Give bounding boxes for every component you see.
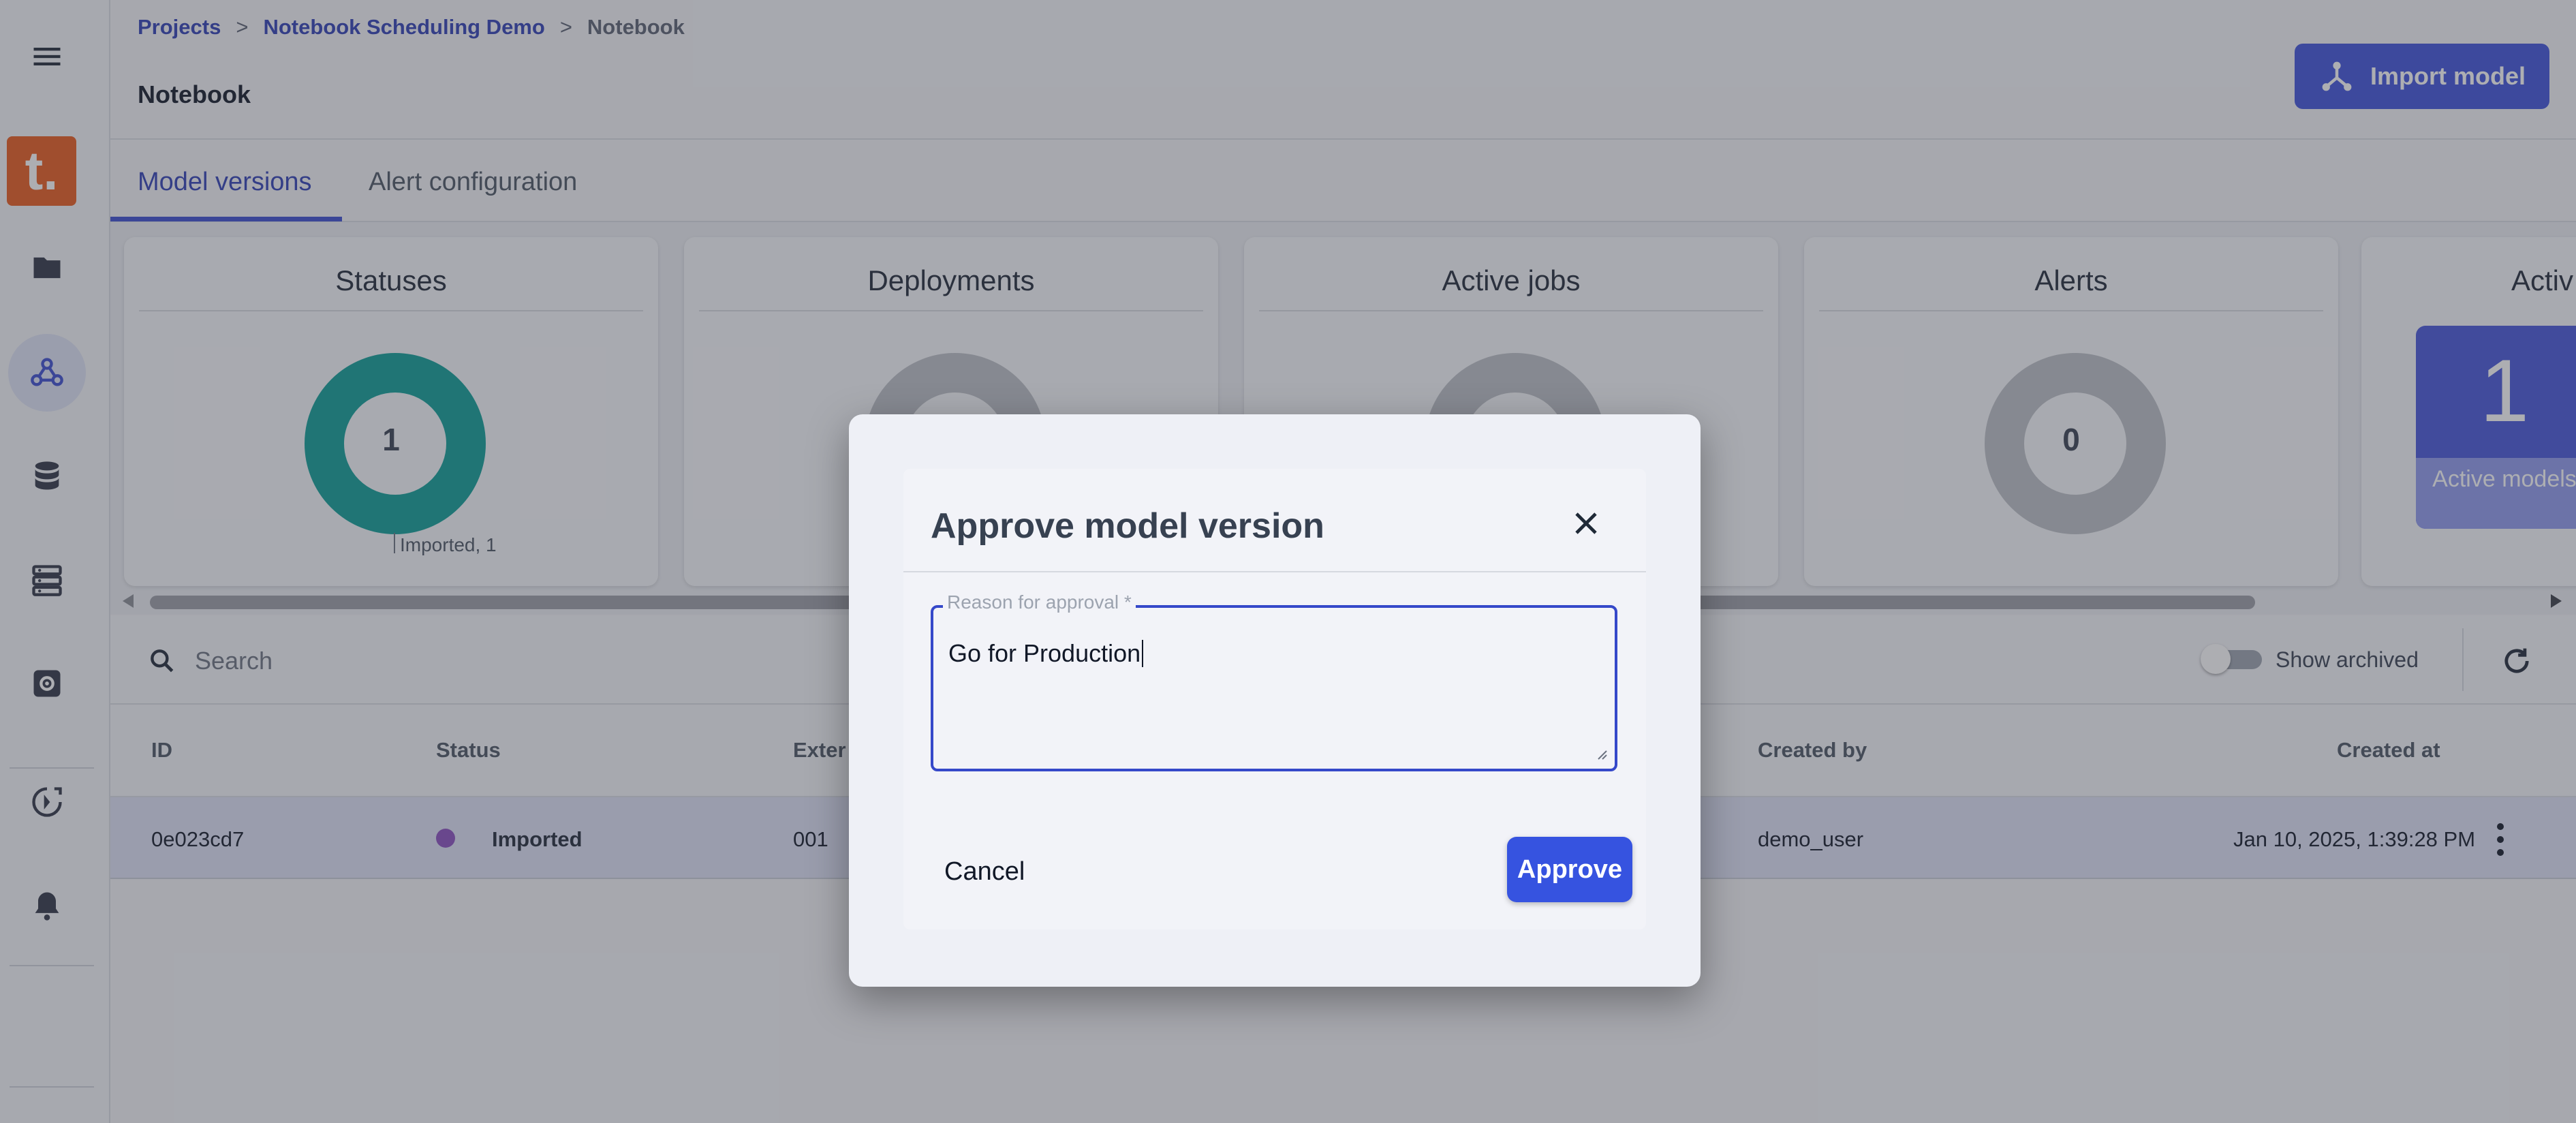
text-caret [1142,640,1144,667]
dialog-title: Approve model version [931,506,1324,546]
dialog-content: Approve model version Reason for approva… [903,469,1646,929]
approve-model-version-dialog: Approve model version Reason for approva… [849,414,1701,987]
resize-handle-icon[interactable] [1593,745,1608,760]
approval-reason-label: Reason for approval * [943,591,1136,613]
approval-reason-textarea[interactable]: Reason for approval * Go for Production [931,591,1617,771]
close-icon[interactable] [1566,503,1607,544]
dialog-divider [903,571,1646,572]
approval-reason-text: Go for Production [948,639,1141,667]
cancel-button[interactable]: Cancel [944,857,1025,887]
approval-reason-value: Go for Production [948,639,1144,668]
approve-button[interactable]: Approve [1507,837,1632,902]
